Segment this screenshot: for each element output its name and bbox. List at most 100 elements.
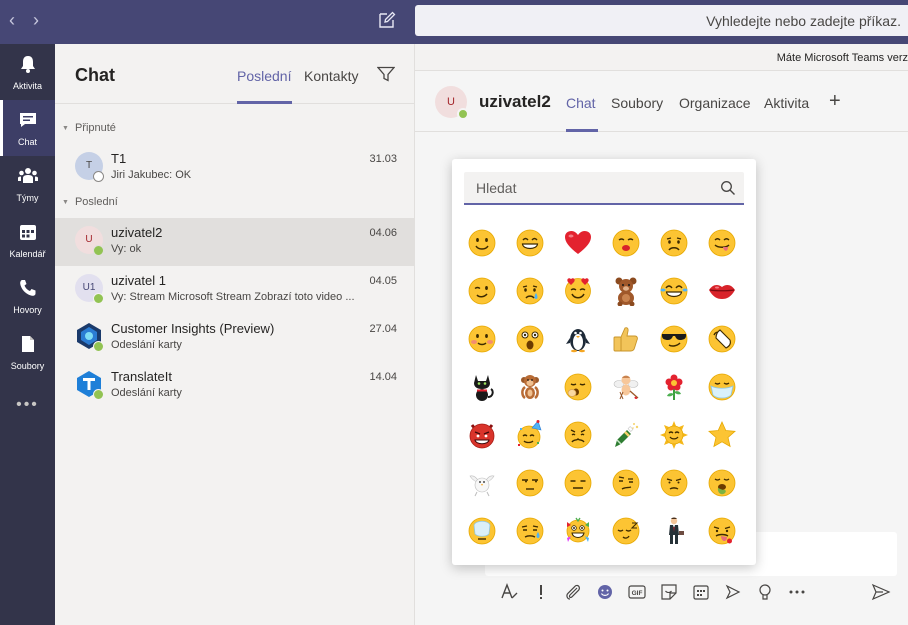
penguin-emoji-icon: [566, 329, 590, 353]
phone-icon: [19, 280, 35, 296]
format-icon[interactable]: [499, 582, 519, 602]
emoji-laugh[interactable]: [508, 221, 552, 265]
chat-preview: Odeslání karty: [111, 339, 182, 351]
status-available-icon: [457, 108, 469, 120]
chat-item-customer-insights[interactable]: Customer Insights (Preview) Odeslání kar…: [55, 314, 415, 362]
emoji-skeptical[interactable]: [604, 461, 648, 505]
emoji-monkey[interactable]: [508, 365, 552, 409]
sun-emoji-icon: [660, 421, 688, 449]
tab-organization[interactable]: Organizace: [679, 95, 751, 111]
emoji-heart[interactable]: [556, 221, 600, 265]
emoji-masked[interactable]: [700, 365, 744, 409]
emoji-yawn[interactable]: [556, 365, 600, 409]
emoji-sunglasses[interactable]: [652, 317, 696, 361]
emoji-joy[interactable]: [652, 269, 696, 313]
sticker-icon[interactable]: [659, 582, 679, 602]
emoji-lips[interactable]: [700, 269, 744, 313]
chat-date: 04.06: [369, 227, 397, 239]
more-apps-button[interactable]: •••: [0, 396, 55, 414]
kiss-emoji-icon: [612, 229, 640, 257]
smile-emoji-icon: [468, 229, 496, 257]
emoji-teddy-bear[interactable]: [604, 269, 648, 313]
emoji-wink[interactable]: [460, 269, 504, 313]
add-tab-button[interactable]: +: [829, 90, 841, 113]
tab-contacts[interactable]: Kontakty: [304, 68, 358, 84]
tab-activity[interactable]: Aktivita: [764, 95, 809, 111]
emoji-devil[interactable]: [460, 413, 504, 457]
compose-icon[interactable]: [377, 10, 397, 30]
tab-files[interactable]: Soubory: [611, 95, 663, 111]
emoji-unamused[interactable]: [508, 461, 552, 505]
tab-recent[interactable]: Poslední: [237, 68, 291, 84]
emoji-champagne[interactable]: [604, 413, 648, 457]
chat-item-uzivatel1[interactable]: U1 uzivatel 1 Vy: Stream Microsoft Strea…: [55, 266, 415, 314]
praise-icon[interactable]: [755, 582, 775, 602]
emoji-sleepy[interactable]: [604, 509, 648, 553]
gif-icon[interactable]: GIF: [627, 582, 647, 602]
chat-item-translateit[interactable]: TranslateIt Odeslání karty 14.04: [55, 362, 415, 410]
emoji-rofl[interactable]: [700, 317, 744, 361]
emoji-penguin[interactable]: [556, 317, 600, 361]
rail-item-calls[interactable]: Hovory: [0, 268, 55, 324]
rail-item-chat[interactable]: Chat: [0, 100, 55, 156]
rail-item-activity[interactable]: Aktivita: [0, 44, 55, 100]
search-box[interactable]: Vyhledejte nebo zadejte příkaz.: [415, 5, 908, 36]
emoji-sick[interactable]: [700, 461, 744, 505]
send-icon[interactable]: [871, 582, 891, 602]
schedule-meeting-icon[interactable]: [691, 582, 711, 602]
emoji-dove[interactable]: [460, 461, 504, 505]
emoji-party[interactable]: [508, 413, 552, 457]
emoji-frown[interactable]: [652, 461, 696, 505]
status-available-icon: [93, 389, 104, 400]
emoji-party-face[interactable]: [556, 509, 600, 553]
emoji-sun[interactable]: [652, 413, 696, 457]
stream-icon[interactable]: [723, 582, 743, 602]
emoji-neutral[interactable]: [556, 461, 600, 505]
joy-emoji-icon: [660, 277, 688, 305]
emoji-search-input[interactable]: [464, 172, 704, 203]
emoji-worried[interactable]: [556, 413, 600, 457]
emoji-picker: [452, 159, 756, 565]
emoji-cry[interactable]: [508, 269, 552, 313]
filter-icon[interactable]: [377, 66, 395, 82]
nerd-emoji-icon: [708, 517, 736, 545]
emoji-blush[interactable]: [460, 317, 504, 361]
emoji-cupid[interactable]: [604, 365, 648, 409]
rail-item-teams[interactable]: Týmy: [0, 156, 55, 212]
emoji-nerd[interactable]: [700, 509, 744, 553]
star-emoji-icon: [708, 421, 736, 448]
sleepy-emoji-icon: [612, 517, 640, 545]
important-icon[interactable]: [531, 582, 551, 602]
chat-name: uzivatel2: [111, 225, 163, 240]
emoji-businessman[interactable]: [652, 509, 696, 553]
emoji-facepalm[interactable]: [460, 509, 504, 553]
back-button[interactable]: ‹: [4, 10, 20, 30]
emoji-kiss[interactable]: [604, 221, 648, 265]
attach-icon[interactable]: [563, 582, 583, 602]
chat-name: Customer Insights (Preview): [111, 321, 275, 336]
emoji-thumbs-up[interactable]: [604, 317, 648, 361]
emoji-star[interactable]: [700, 413, 744, 457]
emoji-sweat[interactable]: [508, 509, 552, 553]
chat-item-t1[interactable]: T T1 Jiri Jakubec: OK 31.03: [55, 144, 415, 192]
emoji-tongue[interactable]: [700, 221, 744, 265]
rail-item-calendar[interactable]: Kalendář: [0, 212, 55, 268]
emoji-sad[interactable]: [652, 221, 696, 265]
emoji-smile[interactable]: [460, 221, 504, 265]
thumbs-up-emoji-icon: [613, 327, 638, 352]
emoji-icon[interactable]: [595, 582, 615, 602]
forward-button[interactable]: ›: [28, 10, 44, 30]
chat-item-uzivatel2[interactable]: U uzivatel2 Vy: ok 04.06: [55, 218, 415, 266]
emoji-in-love[interactable]: [556, 269, 600, 313]
tab-chat[interactable]: Chat: [566, 95, 596, 111]
emoji-cat[interactable]: [460, 365, 504, 409]
emoji-surprised[interactable]: [508, 317, 552, 361]
emoji-search-box: [464, 172, 744, 205]
section-pinned[interactable]: ▼ Připnuté: [62, 122, 116, 134]
more-options-icon[interactable]: [787, 582, 807, 602]
rail-item-files[interactable]: Soubory: [0, 324, 55, 380]
worried-emoji-icon: [564, 421, 592, 449]
emoji-flower[interactable]: [652, 365, 696, 409]
search-icon[interactable]: [720, 180, 736, 196]
section-recent[interactable]: ▼ Poslední: [62, 196, 118, 208]
